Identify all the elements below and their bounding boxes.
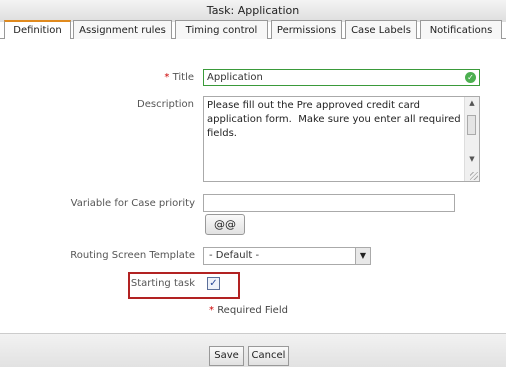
required-note-text: Required Field (217, 305, 288, 316)
tab-notifications[interactable]: Notifications (420, 20, 502, 39)
tab-assignment-rules[interactable]: Assignment rules (73, 20, 172, 39)
starting-task-label: Starting task (130, 278, 195, 289)
description-text: Please fill out the Pre approved credit … (207, 100, 464, 139)
tab-definition[interactable]: Definition (4, 20, 71, 40)
title-label: * Title (100, 72, 194, 83)
scroll-up-icon[interactable]: ▲ (465, 99, 479, 107)
valid-check-icon: ✓ (465, 72, 476, 83)
tab-case-labels[interactable]: Case Labels (345, 20, 417, 39)
insert-variable-button[interactable]: @@ (205, 214, 245, 235)
variable-label: Variable for Case priority (70, 198, 195, 209)
tab-bar: Definition Assignment rules Timing contr… (0, 20, 506, 40)
window-title: Task: Application (0, 0, 506, 22)
save-button[interactable]: Save (209, 346, 244, 366)
required-note-star: * (209, 305, 214, 316)
chevron-down-icon[interactable]: ▼ (355, 248, 370, 264)
scroll-down-icon[interactable]: ▼ (465, 155, 479, 163)
resize-grip-icon[interactable] (470, 172, 478, 180)
routing-template-select[interactable]: - Default - ▼ (203, 247, 371, 265)
scroll-thumb[interactable] (467, 115, 476, 135)
cancel-button[interactable]: Cancel (248, 346, 289, 366)
required-note: * Required Field (209, 305, 288, 316)
variable-input[interactable] (203, 194, 455, 212)
description-label: Description (137, 99, 194, 110)
routing-label: Routing Screen Template (70, 250, 195, 261)
tab-permissions[interactable]: Permissions (271, 20, 342, 39)
title-input[interactable]: Application ✓ (203, 69, 480, 86)
title-label-text: Title (172, 72, 194, 83)
routing-selected-value: - Default - (209, 250, 260, 261)
required-star: * (164, 72, 170, 83)
description-textarea[interactable]: Please fill out the Pre approved credit … (203, 96, 480, 182)
description-scrollbar[interactable]: ▲ ▼ (464, 97, 479, 181)
title-input-value: Application (207, 72, 263, 83)
starting-task-checkbox[interactable]: ✓ (207, 277, 220, 290)
tab-timing-control[interactable]: Timing control (175, 20, 268, 39)
